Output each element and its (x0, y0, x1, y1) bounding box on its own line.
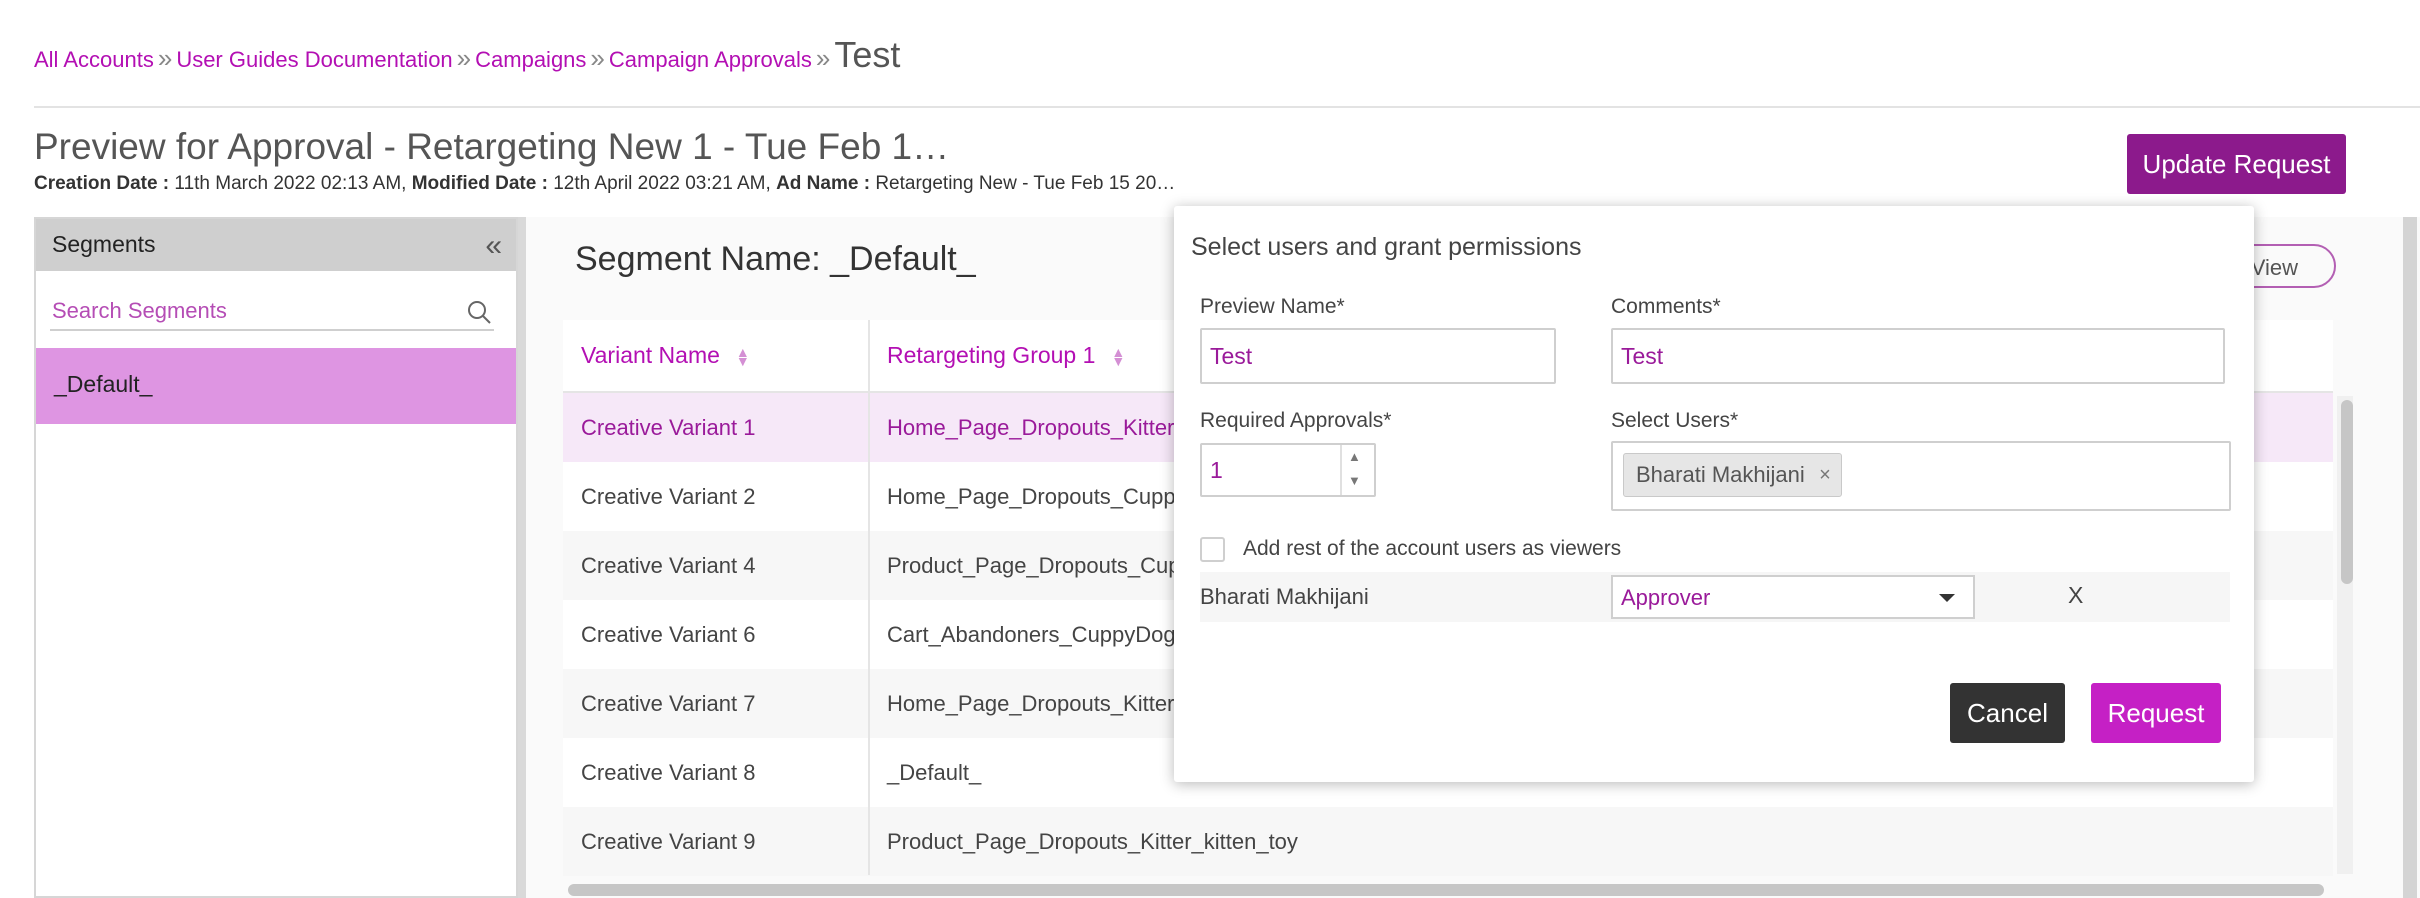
comments-input[interactable] (1611, 328, 2225, 384)
breadcrumb-campaign-approvals[interactable]: Campaign Approvals (609, 47, 812, 73)
breadcrumb-campaigns[interactable]: Campaigns (475, 47, 586, 73)
segment-name-heading: Segment Name: _Default_ (575, 240, 976, 278)
required-approvals-stepper[interactable]: 1 ▲ ▼ (1200, 443, 1376, 497)
breadcrumb: All Accounts » User Guides Documentation… (34, 34, 900, 78)
breadcrumb-separator: » (815, 43, 831, 73)
preview-name-input[interactable] (1200, 328, 1556, 384)
creation-date-value: 11th March 2022 02:13 AM, (174, 173, 407, 194)
remove-permission-icon[interactable]: X (2068, 582, 2083, 609)
variant-name-cell: Creative Variant 9 (581, 829, 756, 854)
breadcrumb-current: Test (834, 34, 901, 75)
group-cell: Product_Page_Dropouts_Cup (887, 553, 1181, 578)
group-cell: _Default_ (887, 760, 982, 785)
cancel-button[interactable]: Cancel (1950, 683, 2065, 743)
variant-name-cell: Creative Variant 4 (581, 553, 756, 578)
search-icon[interactable] (466, 299, 492, 325)
segments-panel: Segments « _Default_ (34, 217, 518, 898)
group-cell: Product_Page_Dropouts_Kitter_kitten_toy (887, 829, 1298, 854)
page-vertical-scrollbar[interactable] (2403, 217, 2417, 898)
column-divider (868, 320, 870, 875)
segments-title: Segments (52, 231, 156, 257)
segments-header: Segments « (36, 219, 516, 271)
request-button[interactable]: Request (2091, 683, 2221, 743)
breadcrumb-separator: » (157, 43, 173, 73)
breadcrumb-user-guides[interactable]: User Guides Documentation (176, 47, 452, 73)
panel-splitter[interactable] (518, 217, 526, 898)
table-row[interactable]: Creative Variant 9 Product_Page_Dropouts… (563, 807, 2333, 876)
breadcrumb-all-accounts[interactable]: All Accounts (34, 47, 154, 73)
dialog-title: Select users and grant permissions (1191, 233, 1582, 261)
group-cell: Home_Page_Dropouts_Kitter_ (887, 691, 1187, 716)
role-select-value: Approver (1621, 585, 1711, 610)
view-toggle-label: View (2250, 255, 2298, 280)
modified-date-label: Modified Date : (411, 173, 548, 194)
column-header-label: Variant Name (581, 342, 720, 368)
header-divider (34, 106, 2420, 108)
group-cell: Cart_Abandoners_CuppyDog_ (887, 622, 1188, 647)
segment-search (50, 293, 494, 331)
required-approvals-label: Required Approvals* (1200, 409, 1392, 432)
chip-label: Bharati Makhijani (1636, 462, 1805, 487)
modified-date-value: 12th April 2022 03:21 AM, (553, 173, 771, 194)
group-cell: Home_Page_Dropouts_Cuppy (887, 484, 1187, 509)
ad-name-label: Ad Name : (776, 173, 871, 194)
decrement-icon[interactable]: ▼ (1348, 473, 1361, 488)
sort-icon[interactable]: ▲ ▼ (1111, 345, 1125, 368)
chip-remove-icon[interactable]: × (1819, 454, 1831, 496)
breadcrumb-separator: » (456, 43, 472, 73)
collapse-panel-icon[interactable]: « (485, 229, 502, 263)
column-header-variant-name[interactable]: Variant Name ▲ ▼ (581, 342, 750, 369)
segment-item-default[interactable]: _Default_ (36, 348, 516, 424)
add-viewers-checkbox[interactable] (1200, 537, 1225, 562)
increment-icon[interactable]: ▲ (1348, 449, 1361, 464)
selected-user-chip: Bharati Makhijani × (1623, 453, 1842, 497)
role-select[interactable]: Approver (1611, 575, 1975, 619)
add-viewers-label: Add rest of the account users as viewers (1243, 537, 1622, 560)
variant-name-cell: Creative Variant 8 (581, 760, 756, 785)
comments-label: Comments* (1611, 295, 1721, 318)
group-cell: Home_Page_Dropouts_Kitter_ (887, 415, 1187, 440)
stepper-divider (1340, 445, 1342, 495)
variant-name-cell: Creative Variant 7 (581, 691, 756, 716)
segment-item-label: _Default_ (54, 371, 153, 397)
column-header-retargeting-group[interactable]: Retargeting Group 1 ▲ ▼ (887, 342, 1125, 369)
segment-search-input[interactable] (52, 295, 452, 327)
update-request-button[interactable]: Update Request (2127, 134, 2346, 194)
sort-icon[interactable]: ▲ ▼ (736, 345, 750, 368)
required-approvals-value[interactable]: 1 (1210, 457, 1223, 484)
caret-down-icon (1939, 594, 1955, 602)
variant-name-cell: Creative Variant 1 (581, 415, 756, 440)
select-users-label: Select Users* (1611, 409, 1739, 432)
variant-name-cell: Creative Variant 2 (581, 484, 756, 509)
table-horizontal-scroll-thumb[interactable] (568, 884, 2324, 896)
page-title: Preview for Approval - Retargeting New 1… (34, 126, 950, 167)
ad-name-value: Retargeting New - Tue Feb 15 20… (875, 173, 1176, 194)
preview-name-label: Preview Name* (1200, 295, 1345, 318)
breadcrumb-separator: » (590, 43, 605, 73)
meta-info: Creation Date : 11th March 2022 02:13 AM… (34, 173, 1175, 195)
permission-row: Bharati Makhijani Approver X (1200, 572, 2230, 622)
variant-name-cell: Creative Variant 6 (581, 622, 756, 647)
creation-date-label: Creation Date : (34, 173, 170, 194)
permission-user-name: Bharati Makhijani (1200, 584, 1369, 609)
column-header-label: Retargeting Group 1 (887, 342, 1096, 368)
table-vertical-scroll-thumb[interactable] (2341, 400, 2353, 584)
select-users-field[interactable]: Bharati Makhijani × (1611, 441, 2231, 511)
